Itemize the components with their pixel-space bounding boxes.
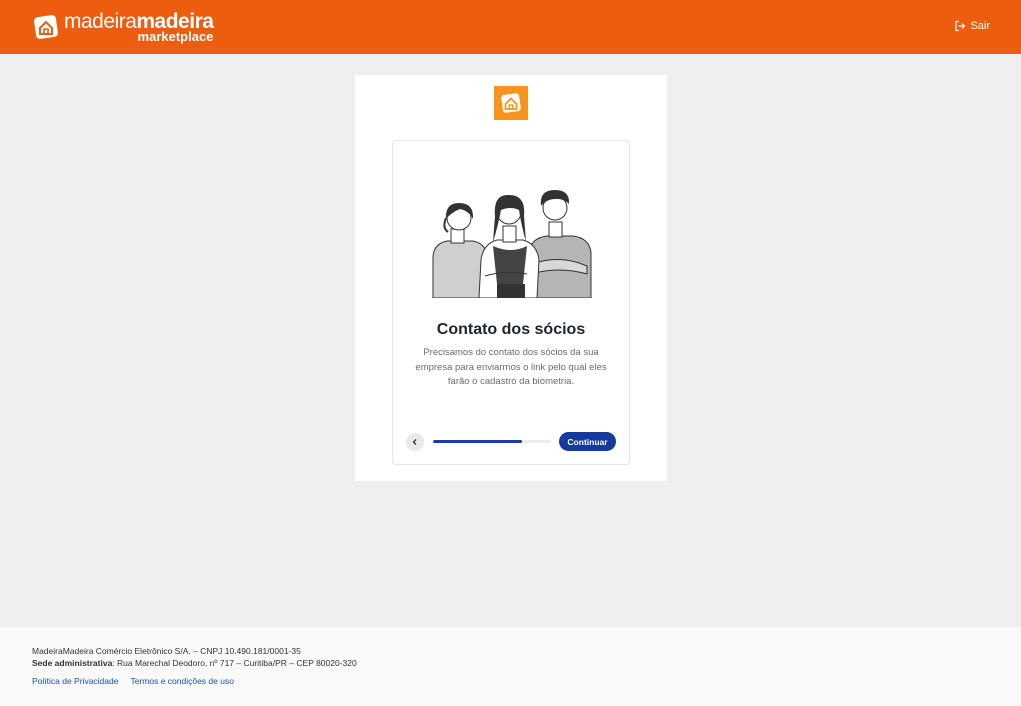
footer: MadeiraMadeira Comércio Eletrônico S/A. … [0,627,1021,706]
people-illustration [432,190,592,298]
card-house-logo-icon [494,86,528,120]
continue-button[interactable]: Continuar [559,432,616,451]
onboarding-card: Contato dos sócios Precisamos do contato… [355,75,667,481]
privacy-policy-link[interactable]: Política de Privacidade [32,676,118,686]
step-title: Contato dos sócios [436,321,586,338]
headquarters-info: Sede administrativa: Rua Marechal Deodor… [32,658,357,668]
logout-icon [955,20,966,32]
progress-fill [433,440,522,443]
logout-label: Sair [970,20,990,32]
progress-bar [433,440,551,443]
top-bar: madeiramadeira marketplace Sair [0,0,1021,54]
step-panel: Contato dos sócios Precisamos do contato… [392,140,630,465]
brand-logo[interactable]: madeiramadeira marketplace [32,10,214,43]
terms-link[interactable]: Termos e condições de uso [130,676,233,686]
hq-label: Sede administrativa [32,658,113,668]
hq-address: Rua Marechal Deodoro, nº 717 – Curitiba/… [117,658,357,668]
footer-links: Política de Privacidade Termos e condiçõ… [32,676,234,686]
brand-regular: madeira [64,10,137,33]
house-logo-icon [34,15,58,39]
logout-button[interactable]: Sair [954,20,990,32]
step-description: Precisamos do contato dos sócios da sua … [415,347,607,387]
chevron-left-icon [412,439,417,445]
back-button[interactable] [406,433,424,451]
company-info: MadeiraMadeira Comércio Eletrônico S/A. … [32,646,301,656]
brand-wordmark: madeiramadeira marketplace [64,10,214,43]
